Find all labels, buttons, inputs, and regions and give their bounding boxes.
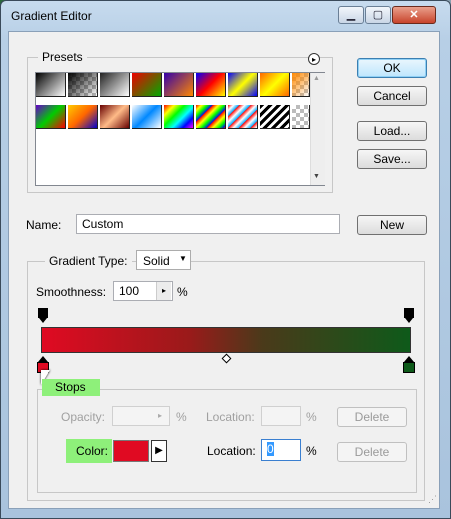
preset-chrome[interactable] — [132, 105, 162, 129]
scroll-down-icon[interactable]: ▼ — [313, 173, 320, 180]
resize-grip-icon[interactable]: ⋰ — [428, 494, 438, 504]
delete-opacity-stop-button: Delete — [337, 407, 407, 427]
preset-foreground-background[interactable] — [100, 73, 130, 97]
minimize-button[interactable]: ▁ — [338, 6, 364, 24]
preset-blue-yellow-blue[interactable] — [228, 73, 258, 97]
preset-rainbow[interactable] — [196, 105, 226, 129]
color-location-input[interactable]: 0 — [261, 439, 301, 461]
gradient-type-select[interactable]: Solid ▼ — [136, 250, 191, 270]
color-label: Color: — [66, 439, 112, 463]
presets-menu-icon[interactable]: ▸ — [308, 53, 320, 65]
opacity-stop-left[interactable] — [38, 308, 48, 324]
smoothness-value: 100 — [119, 284, 140, 298]
preset-orange-yellow-orange[interactable] — [260, 73, 290, 97]
opacity-label: Opacity: — [61, 410, 106, 424]
preset-violet-green[interactable] — [36, 105, 66, 129]
presets-scrollbar[interactable]: ▲ ▼ — [310, 73, 325, 185]
dialog-body: Presets ▸ ▲ ▼ OK Cancel Load... Save... … — [8, 31, 440, 509]
presets-label: Presets — [38, 50, 87, 64]
preset-spectrum[interactable] — [164, 105, 194, 129]
opacity-location-input — [261, 406, 301, 426]
preset-yellow-blue[interactable] — [68, 105, 98, 129]
color-menu-arrow-icon[interactable]: ▶ — [151, 440, 167, 462]
opacity-stop-right[interactable] — [404, 308, 414, 324]
gradient-editor-window: Gradient Editor ▁ ▢ ✕ Presets ▸ ▲ ▼ OK C… — [0, 0, 451, 519]
title-bar[interactable]: Gradient Editor ▁ ▢ ✕ — [1, 1, 450, 31]
smoothness-label: Smoothness: — [36, 285, 107, 299]
smoothness-unit: % — [177, 285, 188, 299]
name-input[interactable]: Custom — [76, 214, 340, 234]
preset-copper[interactable] — [100, 105, 130, 129]
preset-transparent-rainbow[interactable] — [228, 105, 258, 129]
window-title: Gradient Editor — [11, 9, 92, 23]
color-location-label: Location: — [207, 444, 256, 458]
preset-swatch-grid — [36, 73, 310, 185]
smoothness-input[interactable]: 100 ▸ — [113, 281, 173, 301]
opacity-location-label: Location: — [206, 410, 255, 424]
opacity-input: ▸ — [112, 406, 170, 426]
preset-blue-red-yellow[interactable] — [196, 73, 226, 97]
scroll-up-icon[interactable]: ▲ — [313, 75, 320, 82]
preset-violet-transparent[interactable] — [292, 73, 310, 97]
color-stop-right[interactable] — [403, 356, 415, 374]
color-location-value: 0 — [267, 442, 274, 456]
stops-label: Stops — [42, 379, 100, 396]
name-label: Name: — [26, 218, 62, 232]
gradient-preview-bar[interactable] — [41, 327, 411, 353]
preset-stripes[interactable] — [260, 105, 290, 129]
gradient-type-label: Gradient Type: — [45, 254, 132, 268]
gradient-type-value: Solid — [143, 254, 170, 268]
presets-list: ▲ ▼ — [35, 72, 325, 186]
preset-violet-orange[interactable] — [164, 73, 194, 97]
preset-red-green[interactable] — [132, 73, 162, 97]
new-button[interactable]: New — [357, 215, 427, 235]
opacity-location-unit: % — [306, 410, 317, 424]
opacity-slider-icon: ▸ — [157, 411, 162, 420]
cancel-button[interactable]: Cancel — [357, 86, 427, 106]
delete-color-stop-button: Delete — [337, 442, 407, 462]
save-button[interactable]: Save... — [357, 149, 427, 169]
preset-black-white[interactable] — [36, 73, 66, 97]
preset-transparent[interactable] — [68, 73, 98, 97]
stop-color-swatch[interactable] — [113, 440, 149, 462]
chevron-down-icon: ▼ — [179, 254, 187, 263]
opacity-unit: % — [176, 410, 187, 424]
color-location-unit: % — [306, 444, 317, 458]
preset-transparent-stripes[interactable] — [292, 105, 310, 129]
ok-button[interactable]: OK — [357, 58, 427, 78]
load-button[interactable]: Load... — [357, 121, 427, 141]
smoothness-slider-icon[interactable]: ▸ — [156, 282, 171, 300]
close-button[interactable]: ✕ — [392, 6, 436, 24]
maximize-button[interactable]: ▢ — [365, 6, 391, 24]
